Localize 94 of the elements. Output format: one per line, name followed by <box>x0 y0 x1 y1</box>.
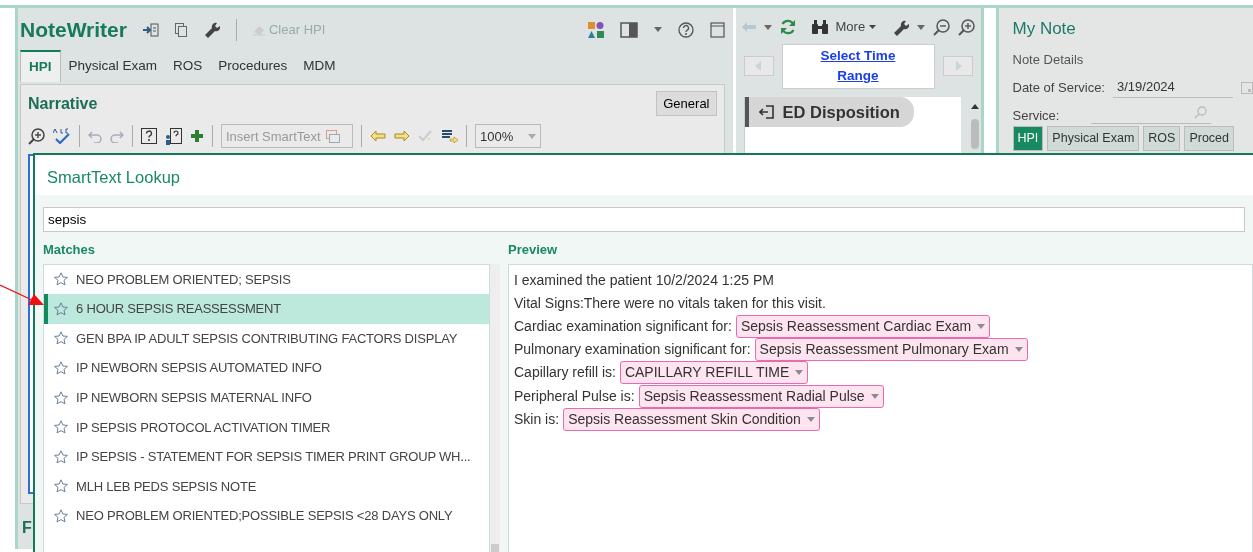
list-item[interactable]: NEO PROBLEM ORIENTED; SEPSIS <box>44 264 489 295</box>
star-icon[interactable] <box>54 390 68 405</box>
preview-text: Peripheral Pulse is: <box>514 386 635 406</box>
smartlist-dropdown[interactable]: Sepsis Reassessment Skin Condition <box>563 407 820 431</box>
window-stack-icon <box>326 129 340 143</box>
tab[interactable]: ROS <box>165 49 211 82</box>
list-item[interactable]: NEO PROBLEM ORIENTED;POSSIBLE SEPSIS <28 DAYS ONLY <box>44 501 489 531</box>
zoom-in-icon[interactable] <box>28 127 45 145</box>
list-item[interactable]: IP SEPSIS PROTOCOL ACTIVATION TIMER <box>44 412 489 443</box>
star-icon[interactable] <box>54 272 68 287</box>
star-icon[interactable] <box>54 509 68 524</box>
search-icon <box>1194 106 1208 120</box>
star-icon[interactable] <box>54 479 68 494</box>
wrench-icon[interactable] <box>892 18 910 36</box>
smartlist-dropdown[interactable]: Sepsis Reassessment Radial Pulse <box>638 384 884 408</box>
spell-check-icon[interactable] <box>53 128 71 145</box>
scrollbar-icon[interactable] <box>490 263 500 552</box>
preview-text: Vital Signs:There were no vitals taken for this visit. <box>514 293 826 313</box>
copy-icon[interactable] <box>174 22 187 37</box>
search-field[interactable]: sepsis <box>43 207 1245 232</box>
star-icon[interactable] <box>54 331 68 346</box>
section-title: Note Details <box>1012 50 1085 69</box>
tab[interactable]: ROS <box>1143 126 1181 151</box>
zoom-in-icon[interactable] <box>958 18 976 36</box>
window-icon[interactable] <box>709 21 725 38</box>
caret-icon <box>977 323 986 329</box>
list-arrow-icon[interactable] <box>442 129 458 144</box>
check-arrow-icon[interactable] <box>418 129 434 144</box>
insert-smarttext-field[interactable]: Insert SmartText <box>221 124 353 149</box>
caret-icon <box>1014 347 1023 353</box>
list-item[interactable]: IP SEPSIS - STATEMENT FOR SEPSIS TIMER PRINT GROUP WH... <box>44 442 489 472</box>
help-icon[interactable] <box>677 21 694 38</box>
field-label: Service: <box>1012 106 1060 125</box>
more-button[interactable]: More <box>835 17 877 37</box>
preview-text: Cardiac examination significant for: <box>514 316 732 336</box>
time-range-link[interactable]: Select Time Range <box>781 44 935 89</box>
zoom-out-icon[interactable] <box>933 18 951 36</box>
dialog-title: SmartText Lookup <box>47 168 180 186</box>
section-title: F <box>22 518 32 539</box>
date-field[interactable]: 3/19/2024 <box>1113 77 1233 98</box>
star-icon[interactable] <box>54 361 68 376</box>
preview-text: Capillary refill is: <box>514 363 616 383</box>
tab[interactable]: Procedures <box>210 49 296 82</box>
arrow-left-icon[interactable] <box>370 130 386 143</box>
caret-icon <box>870 393 879 399</box>
tab[interactable]: MDM <box>295 49 344 82</box>
general-button[interactable]: General <box>656 90 717 117</box>
smartlist-dropdown[interactable]: CAPILLARY REFILL TIME <box>619 361 809 385</box>
column-heading: Matches <box>43 241 97 259</box>
caret-icon <box>795 370 804 376</box>
section-title: Narrative <box>28 93 98 114</box>
arrow-right-icon[interactable] <box>394 130 410 143</box>
tab[interactable]: Physical Exam <box>60 49 166 82</box>
section-header: ED Disposition <box>744 96 914 128</box>
panel-layout-icon[interactable] <box>619 21 638 38</box>
panel-title: My Note <box>1012 18 1077 40</box>
document-import-icon[interactable] <box>142 22 159 37</box>
list-item[interactable]: 6 HOUR SEPSIS REASSESSMENT <box>44 294 489 324</box>
caret-icon <box>869 25 877 29</box>
caret-icon <box>806 416 815 422</box>
tab[interactable]: Proced <box>1184 126 1235 151</box>
list-item[interactable]: IP NEWBORN SEPSIS AUTOMATED INFO <box>44 353 489 383</box>
preview-text: I examined the patient 10/2/2024 1:25 PM <box>514 270 774 290</box>
app-title: NoteWriter <box>20 17 127 43</box>
star-icon[interactable] <box>54 301 68 316</box>
apps-icon[interactable] <box>587 21 604 38</box>
person-help-icon[interactable] <box>165 127 182 145</box>
tab[interactable]: HPI <box>20 49 61 82</box>
preview-text: Pulmonary examination significant for: <box>514 340 751 360</box>
star-icon[interactable] <box>54 449 68 464</box>
annotation-arrow <box>0 283 44 307</box>
caret-icon <box>528 133 536 139</box>
tab[interactable]: Physical Exam <box>1047 126 1140 151</box>
preview-text: Skin is: <box>514 409 560 429</box>
tab[interactable]: HPI <box>1012 126 1044 151</box>
refresh-icon[interactable] <box>779 19 796 35</box>
exit-icon <box>758 103 775 120</box>
service-field[interactable] <box>1091 106 1212 125</box>
zoom-dropdown[interactable]: 100% <box>475 124 541 149</box>
caret-icon[interactable] <box>653 27 662 33</box>
caret-icon[interactable] <box>763 24 772 30</box>
list-item[interactable]: MLH LEB PEDS SEPSIS NOTE <box>44 471 489 502</box>
binoculars-icon[interactable] <box>811 20 828 34</box>
help-box-icon[interactable] <box>141 128 157 145</box>
smartlist-dropdown[interactable]: Sepsis Reassessment Cardiac Exam <box>735 314 991 338</box>
column-heading: Preview <box>508 241 559 259</box>
field-label: Date of Service: <box>1012 78 1105 97</box>
caret-icon[interactable] <box>917 24 926 30</box>
list-item[interactable]: IP NEWBORN SEPSIS MATERNAL INFO <box>44 382 489 413</box>
star-icon[interactable] <box>54 420 68 435</box>
smartlist-dropdown[interactable]: Sepsis Reassessment Pulmonary Exam <box>754 338 1028 362</box>
text-input[interactable]: Insert SmartText <box>226 126 326 146</box>
plus-icon[interactable] <box>190 129 204 144</box>
list-item[interactable]: GEN BPA IP ADULT SEPSIS CONTRIBUTING FACTORS DISPLAY <box>44 323 489 354</box>
